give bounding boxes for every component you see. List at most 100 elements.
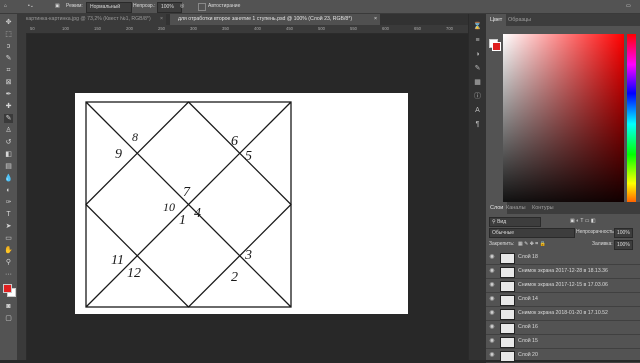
- blur-tool-icon[interactable]: 💧: [4, 174, 13, 183]
- dodge-tool-icon[interactable]: ◐: [4, 186, 13, 195]
- layer-thumbnail: [500, 281, 515, 292]
- type-tool-icon[interactable]: T: [4, 210, 13, 219]
- layer-thumbnail: [500, 337, 515, 348]
- tab-document-2[interactable]: для отработки второе занятие 1 ступень.p…: [170, 14, 380, 25]
- gradient-tool-icon[interactable]: ▤: [4, 162, 13, 171]
- healing-tool-icon[interactable]: ✚: [4, 102, 13, 111]
- eye-icon[interactable]: ◉: [488, 265, 496, 278]
- brush-settings-icon[interactable]: ▣: [55, 2, 60, 11]
- eye-icon[interactable]: ◉: [488, 293, 496, 306]
- brush-preset-icon[interactable]: •⌄: [28, 2, 34, 11]
- stamp-tool-icon[interactable]: ♙: [4, 126, 13, 135]
- info-panel-icon[interactable]: ⓘ: [473, 92, 482, 101]
- eye-icon[interactable]: ◉: [488, 307, 496, 320]
- layer-row[interactable]: ◉ Слой 15: [486, 335, 640, 349]
- layer-thumbnail: [500, 253, 515, 264]
- tab-channels[interactable]: Каналы: [502, 202, 530, 214]
- shape-tool-icon[interactable]: ▭: [4, 234, 13, 243]
- marquee-tool-icon[interactable]: ⬚: [4, 30, 13, 39]
- close-icon[interactable]: ×: [160, 14, 163, 25]
- properties-panel-icon[interactable]: ≡: [473, 36, 482, 45]
- house-number: 11: [111, 253, 124, 268]
- options-bar: ⌂ •⌄ ▣ Режим: Нормальный Непрозр.: 100% …: [0, 0, 640, 14]
- house-number: 5: [245, 149, 252, 164]
- layers-panel-tabs: Слои Каналы Контуры: [486, 202, 640, 214]
- blend-mode-select[interactable]: Обычные: [489, 228, 575, 238]
- lasso-tool-icon[interactable]: ↄ: [4, 42, 13, 51]
- house-number: 7: [183, 185, 191, 200]
- layer-row[interactable]: ◉ Слой 20: [486, 349, 640, 363]
- frame-tool-icon[interactable]: ⊠: [4, 78, 13, 87]
- mode-select[interactable]: Нормальный: [86, 2, 132, 13]
- move-tool-icon[interactable]: ✥: [4, 18, 13, 27]
- color-spectrum-field[interactable]: [503, 34, 624, 214]
- right-panel: Цвет Образцы Слои Каналы Контуры ⚲ Вид ▣…: [486, 14, 640, 363]
- quick-select-tool-icon[interactable]: ✎: [4, 54, 13, 63]
- tab-swatches[interactable]: Образцы: [504, 14, 535, 26]
- house-number: 1: [179, 213, 186, 228]
- layer-row[interactable]: ◉ Снимок экрана 2017-12-15 в 17.03.06: [486, 279, 640, 293]
- tab-document-1[interactable]: картинка-картинка.jpg @ 73,2% (Квест №1,…: [18, 14, 166, 25]
- layer-row[interactable]: ◉ Слой 18: [486, 251, 640, 265]
- layer-filter-icons[interactable]: ▣ ◐ T ▭ ◧: [570, 217, 596, 225]
- brush-tool-icon[interactable]: ✎: [4, 114, 13, 123]
- eyedropper-tool-icon[interactable]: ✒: [4, 90, 13, 99]
- house-number: 9: [115, 147, 122, 162]
- eye-icon[interactable]: ◉: [488, 279, 496, 292]
- history-brush-tool-icon[interactable]: ↺: [4, 138, 13, 147]
- house-number: 2: [231, 270, 238, 285]
- quick-mask-icon[interactable]: ◙: [4, 302, 13, 311]
- character-panel-icon[interactable]: A: [473, 106, 482, 115]
- adjustments-panel-icon[interactable]: ◑: [473, 50, 482, 59]
- autoerase-checkbox[interactable]: [198, 3, 206, 11]
- hand-tool-icon[interactable]: ✋: [4, 246, 13, 255]
- layer-filter-select[interactable]: ⚲ Вид: [489, 217, 541, 227]
- house-number: 3: [244, 248, 252, 263]
- workspace-icon[interactable]: ▭: [626, 2, 631, 11]
- fill-input[interactable]: 100%: [614, 240, 633, 250]
- color-panel-tabs: Цвет Образцы: [486, 14, 640, 26]
- close-icon[interactable]: ×: [374, 14, 377, 25]
- horizontal-ruler: 50 100 150 200 250 300 350 400 450 500 5…: [18, 25, 485, 34]
- layer-thumbnail: [500, 295, 515, 306]
- foreground-color-swatch[interactable]: [3, 284, 12, 293]
- panel-icon-strip: ⌛ ≡ ◑ ✎ ▦ ⓘ A ¶: [468, 14, 486, 360]
- brush-panel-icon[interactable]: ✎: [473, 64, 482, 73]
- crop-tool-icon[interactable]: ⌗: [4, 66, 13, 75]
- layer-thumbnail: [500, 323, 515, 334]
- paragraph-panel-icon[interactable]: ¶: [473, 120, 482, 129]
- pen-tool-icon[interactable]: ✑: [4, 198, 13, 207]
- history-panel-icon[interactable]: ⌛: [473, 22, 482, 31]
- eye-icon[interactable]: ◉: [488, 335, 496, 348]
- path-select-tool-icon[interactable]: ➤: [4, 222, 13, 231]
- document-tabs: картинка-картинка.jpg @ 73,2% (Квест №1,…: [18, 14, 485, 25]
- eye-icon[interactable]: ◉: [488, 321, 496, 334]
- document-canvas[interactable]: 8 9 6 5 7 10 1 4 11 12 3 2: [75, 93, 408, 314]
- lock-icons[interactable]: ▦ ✎ ✥ ⌗ 🔒: [518, 240, 546, 248]
- layer-row[interactable]: ◉ Снимок экрана 2017-12-28 в 18.13.36: [486, 265, 640, 279]
- eraser-tool-icon[interactable]: ◧: [4, 150, 13, 159]
- toolbar: ✥ ⬚ ↄ ✎ ⌗ ⊠ ✒ ✚ ✎ ♙ ↺ ◧ ▤ 💧 ◐ ✑ T ➤ ▭ ✋ …: [0, 14, 18, 360]
- tab-paths[interactable]: Контуры: [528, 202, 558, 214]
- home-icon[interactable]: ⌂: [4, 2, 7, 11]
- layer-opacity-input[interactable]: 100%: [614, 228, 633, 238]
- hue-slider[interactable]: [627, 34, 636, 214]
- layer-thumbnail: [500, 309, 515, 320]
- layer-row[interactable]: ◉ Слой 14: [486, 293, 640, 307]
- opacity-label: Непрозр.:: [133, 3, 156, 9]
- pressure-opacity-icon[interactable]: ◎: [180, 2, 184, 11]
- screen-mode-icon[interactable]: ▢: [4, 314, 13, 323]
- eye-icon[interactable]: ◉: [488, 251, 496, 264]
- more-tools-icon[interactable]: ···: [4, 270, 13, 279]
- layer-opacity-label: Непрозрачность:: [576, 229, 616, 235]
- layer-row[interactable]: ◉ Слой 16: [486, 321, 640, 335]
- libraries-panel-icon[interactable]: ▦: [473, 78, 482, 87]
- eye-icon[interactable]: ◉: [488, 349, 496, 362]
- autoerase-label: Автостирание: [208, 3, 241, 9]
- vedic-chart-drawing: 8 9 6 5 7 10 1 4 11 12 3 2: [85, 101, 292, 308]
- opacity-input[interactable]: 100%: [157, 2, 182, 13]
- zoom-tool-icon[interactable]: ⚲: [4, 258, 13, 267]
- layer-thumbnail: [500, 351, 515, 362]
- panel-foreground-swatch[interactable]: [492, 42, 501, 51]
- layer-row[interactable]: ◉ Снимок экрана 2018-01-20 в 17.10.52: [486, 307, 640, 321]
